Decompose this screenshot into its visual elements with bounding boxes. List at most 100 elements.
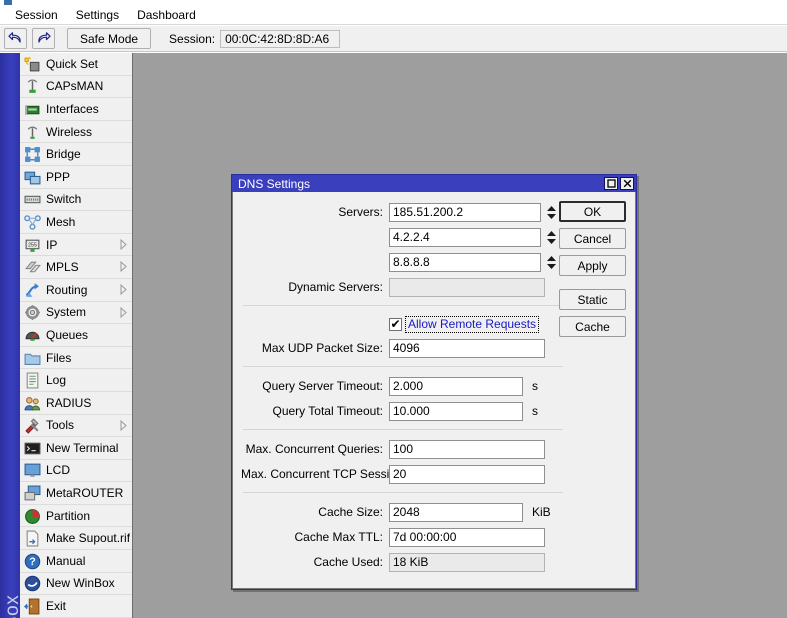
max-concurrent-tcp-label: Max. Concurrent TCP Sessions: <box>241 467 412 481</box>
log-icon <box>24 372 41 389</box>
max-udp-label: Max UDP Packet Size: <box>261 341 383 355</box>
max-concurrent-queries-label: Max. Concurrent Queries: <box>245 442 383 456</box>
sidebar-item-ip[interactable]: 255 IP <box>20 234 132 257</box>
server-1-spinner[interactable] <box>544 203 558 222</box>
allow-remote-requests-label[interactable]: Allow Remote Requests <box>405 315 540 333</box>
sidebar-item-partition[interactable]: Partition <box>20 505 132 528</box>
interfaces-icon <box>24 101 41 117</box>
query-server-timeout-input[interactable]: 2.000 <box>389 376 523 396</box>
max-concurrent-tcp-input[interactable]: 20 <box>389 464 545 484</box>
sidebar-item-label: LCD <box>46 463 71 478</box>
dynamic-servers-row: Dynamic Servers: <box>241 276 561 298</box>
dialog-close-button[interactable] <box>620 177 634 190</box>
query-total-timeout-input[interactable]: 10.000 <box>389 401 523 421</box>
sidebar-item-label: Routing <box>46 282 88 297</box>
query-total-timeout-row: Query Total Timeout: 10.000 s <box>241 400 561 422</box>
undo-button[interactable] <box>4 28 27 49</box>
dialog-title: DNS Settings <box>238 176 311 191</box>
cache-size-unit: KiB <box>532 505 551 519</box>
sidebar-item-system[interactable]: System <box>20 302 132 325</box>
server-1-input[interactable]: 185.51.200.2 <box>389 202 541 222</box>
sidebar-item-label: Make Supout.rif <box>46 531 131 546</box>
cache-button[interactable]: Cache <box>559 316 626 337</box>
sidebar-item-files[interactable]: Files <box>20 347 132 370</box>
divider-1 <box>243 305 563 306</box>
sidebar-item-make-supout-rif[interactable]: Make Supout.rif <box>20 527 132 551</box>
session-value-field[interactable]: 00:0C:42:8D:8D:A6 <box>220 29 341 48</box>
redo-arrow-icon <box>36 32 51 45</box>
max-concurrent-queries-input[interactable]: 100 <box>389 439 545 459</box>
cache-size-input[interactable]: 2048 <box>389 502 523 522</box>
query-total-timeout-label: Query Total Timeout: <box>272 404 384 418</box>
sidebar-item-capsman[interactable]: CAPsMAN <box>20 76 132 99</box>
sidebar-item-routing[interactable]: Routing <box>20 279 132 302</box>
sidebar-item-bridge[interactable]: Bridge <box>20 143 132 166</box>
sidebar-item-log[interactable]: Log <box>20 369 132 392</box>
query-server-timeout-unit: s <box>532 379 538 393</box>
sidebar-item-queues[interactable]: Queues <box>20 324 132 347</box>
cancel-button[interactable]: Cancel <box>559 228 626 249</box>
sidebar-item-new-terminal[interactable]: New Terminal <box>20 437 132 460</box>
menu-settings[interactable]: Settings <box>67 6 128 24</box>
dialog-titlebar[interactable]: DNS Settings <box>232 175 636 192</box>
servers-row-2: 4.2.2.4 <box>241 226 561 248</box>
dynamic-servers-value <box>389 277 545 297</box>
sidebar-item-interfaces[interactable]: Interfaces <box>20 98 132 121</box>
apply-button[interactable]: Apply <box>559 255 626 276</box>
cache-used-label: Cache Used: <box>313 555 383 569</box>
dns-form: Servers: 185.51.200.2 4.2.2.4 8.8.8.8 Dy… <box>241 201 563 573</box>
dialog-button-column: OK Cancel Apply Static Cache <box>559 201 626 343</box>
sidebar-item-switch[interactable]: Switch <box>20 189 132 212</box>
sidebar-item-label: Log <box>46 373 67 388</box>
allow-remote-requests-row: ✔ Allow Remote Requests <box>241 314 561 334</box>
max-concurrent-queries-row: Max. Concurrent Queries: 100 <box>241 438 561 460</box>
ok-button[interactable]: OK <box>559 201 626 222</box>
sidebar-item-label: Queues <box>46 327 89 342</box>
workspace: WinBox Quick Set CAPsMAN Interfaces Wireles… <box>0 53 787 618</box>
bridge-icon <box>24 146 41 163</box>
winbox-spine: WinBox <box>0 53 20 618</box>
menubar: Session Settings Dashboard <box>0 5 787 25</box>
cache-max-ttl-row: Cache Max TTL: 7d 00:00:00 <box>241 526 561 548</box>
sidebar-item-label: Manual <box>46 553 86 568</box>
metarouter-icon <box>24 485 41 501</box>
divider-3 <box>243 429 563 430</box>
menu-session[interactable]: Session <box>6 6 67 24</box>
sidebar-item-label: Files <box>46 350 72 365</box>
safe-mode-button[interactable]: Safe Mode <box>67 28 152 49</box>
routing-icon <box>24 282 41 298</box>
sidebar-item-tools[interactable]: Tools <box>20 415 132 438</box>
allow-remote-requests-checkbox[interactable]: ✔ <box>389 317 402 331</box>
sidebar-item-new-winbox[interactable]: New WinBox <box>20 573 132 596</box>
sidebar-item-manual[interactable]: ? Manual <box>20 550 132 573</box>
sidebar-item-mpls[interactable]: MPLS <box>20 256 132 279</box>
server-2-spinner[interactable] <box>544 228 558 247</box>
cache-max-ttl-input[interactable]: 7d 00:00:00 <box>389 527 545 547</box>
sidebar-item-mesh[interactable]: Mesh <box>20 211 132 234</box>
sidebar-item-lcd[interactable]: LCD <box>20 460 132 483</box>
sidebar-item-exit[interactable]: Exit <box>20 595 132 618</box>
ip-icon: 255 <box>24 237 41 253</box>
static-button[interactable]: Static <box>559 289 626 310</box>
submenu-chevron-icon <box>120 419 127 431</box>
dns-settings-dialog: DNS Settings Servers: 185.51.200.2 4.2.2… <box>231 174 637 590</box>
max-udp-input[interactable]: 4096 <box>389 338 545 358</box>
menu-dashboard[interactable]: Dashboard <box>128 6 205 24</box>
server-3-spinner[interactable] <box>544 253 558 272</box>
redo-button[interactable] <box>32 28 55 49</box>
sidebar-item-quick-set[interactable]: Quick Set <box>20 53 132 76</box>
maximize-icon <box>606 177 616 191</box>
servers-row-1: Servers: 185.51.200.2 <box>241 201 561 223</box>
sidebar-item-metarouter[interactable]: MetaROUTER <box>20 482 132 505</box>
server-2-input[interactable]: 4.2.2.4 <box>389 227 541 247</box>
sidebar-item-wireless[interactable]: Wireless <box>20 121 132 144</box>
dialog-maximize-button[interactable] <box>604 177 618 190</box>
server-3-input[interactable]: 8.8.8.8 <box>389 252 541 272</box>
sidebar-item-radius[interactable]: RADIUS <box>20 392 132 415</box>
mesh-icon <box>24 214 41 230</box>
servers-label: Servers: <box>338 205 383 219</box>
sidebar-item-ppp[interactable]: PPP <box>20 166 132 189</box>
help-question-icon: ? <box>24 553 41 570</box>
divider-4 <box>243 492 563 493</box>
sidebar-item-label: Wireless <box>46 124 93 139</box>
